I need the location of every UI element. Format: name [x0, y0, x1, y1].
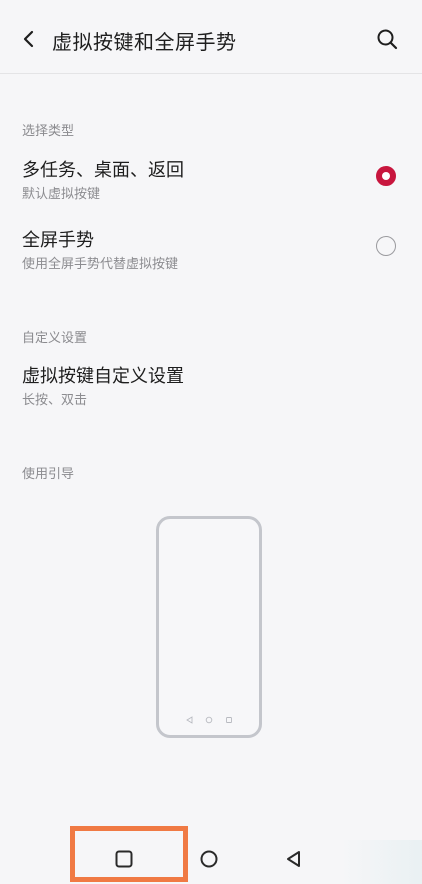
top-app-bar: 虚拟按键和全屏手势	[0, 0, 422, 74]
section-header-select-type: 选择类型	[22, 124, 75, 139]
option-subtitle: 使用全屏手势代替虚拟按键	[22, 257, 179, 272]
chevron-left-icon	[23, 30, 34, 48]
section-header-custom-settings: 自定义设置	[22, 331, 88, 346]
radio-unselected-icon[interactable]	[376, 236, 396, 256]
option-title: 多任务、桌面、返回	[22, 160, 184, 181]
radio-selected-icon[interactable]	[376, 166, 396, 186]
back-nav-button[interactable]	[274, 842, 314, 876]
option-subtitle: 默认虚拟按键	[22, 187, 101, 202]
option-fullscreen-gesture[interactable]: 全屏手势 使用全屏手势代替虚拟按键	[0, 226, 422, 282]
phone-guide-illustration	[156, 516, 262, 738]
option-virtual-keys[interactable]: 多任务、桌面、返回 默认虚拟按键	[0, 156, 422, 212]
virtual-key-custom-settings-item[interactable]: 虚拟按键自定义设置 长按、双击	[0, 362, 422, 418]
search-icon	[377, 29, 398, 50]
section-header-usage-guide: 使用引导	[22, 467, 75, 482]
page-title: 虚拟按键和全屏手势	[52, 30, 237, 54]
recents-highlight-box	[70, 826, 188, 882]
search-button[interactable]	[370, 22, 404, 56]
triangle-back-icon	[287, 851, 300, 867]
home-button[interactable]	[189, 842, 229, 876]
back-button[interactable]	[14, 22, 44, 56]
item-subtitle: 长按、双击	[22, 393, 88, 408]
mini-nav-bar-illustration	[186, 716, 232, 724]
item-title: 虚拟按键自定义设置	[22, 366, 184, 387]
edge-fade-decoration	[340, 840, 422, 884]
circle-icon	[200, 850, 218, 868]
option-title: 全屏手势	[22, 230, 94, 251]
